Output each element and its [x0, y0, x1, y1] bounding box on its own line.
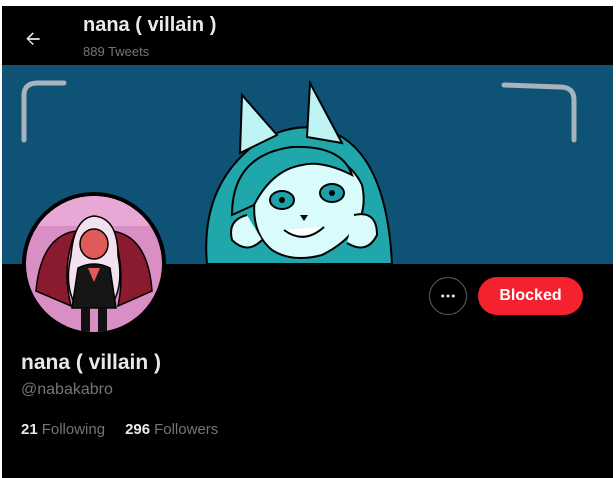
avatar[interactable] — [22, 192, 166, 336]
followers-label: Followers — [154, 421, 219, 438]
following-count: 21 — [21, 421, 38, 438]
user-handle: @nabakabro — [21, 381, 113, 398]
more-options-button[interactable] — [429, 277, 467, 315]
avatar-illustration — [26, 196, 162, 332]
more-horizontal-icon — [441, 294, 455, 298]
back-button[interactable] — [16, 22, 50, 56]
followers-link[interactable]: 296 Followers — [125, 421, 218, 438]
arrow-left-icon — [26, 32, 40, 45]
blocked-button[interactable]: Blocked — [478, 277, 583, 315]
following-label: Following — [41, 421, 106, 438]
following-link[interactable]: 21 Following — [21, 421, 105, 438]
tweet-count: 889 Tweets — [83, 44, 150, 59]
header-title: nana ( villain ) — [83, 14, 217, 36]
follow-stats: 21 Following 296 Followers — [21, 421, 218, 438]
followers-count: 296 — [125, 421, 151, 438]
profile-page: nana ( villain ) 889 Tweets Blocked nana… — [2, 6, 613, 478]
display-name: nana ( villain ) — [21, 351, 162, 374]
profile-header-bar: nana ( villain ) 889 Tweets — [2, 6, 613, 65]
